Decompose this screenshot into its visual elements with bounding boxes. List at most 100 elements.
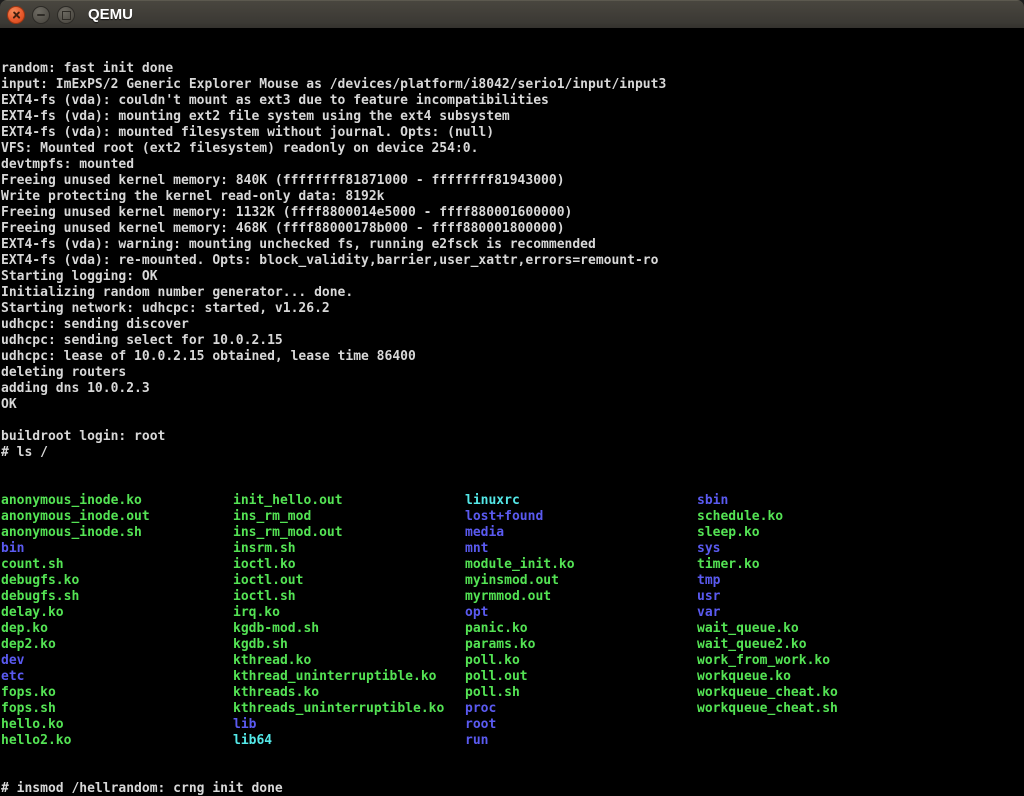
console-line: udhcpc: lease of 10.0.2.15 obtained, lea… (1, 349, 1024, 365)
ls-entry-file: myinsmod.out (465, 573, 697, 589)
ls-entry-file: anonymous_inode.ko (1, 493, 233, 509)
ls-entry-link: lib64 (233, 733, 465, 749)
ls-entry-file: wait_queue2.ko (697, 637, 929, 653)
qemu-window: QEMU random: fast init doneinput: ImExPS… (0, 0, 1024, 796)
ls-entry-file: delay.ko (1, 605, 233, 621)
ls-entry-file: workqueue_cheat.sh (697, 701, 929, 717)
console-line: VFS: Mounted root (ext2 filesystem) read… (1, 141, 1024, 157)
ls-entry-file: timer.ko (697, 557, 929, 573)
ls-row: hello2.kolib64run (1, 733, 1024, 749)
console-line: udhcpc: sending select for 10.0.2.15 (1, 333, 1024, 349)
ls-entry-dir: lib (233, 717, 465, 733)
console-line: EXT4-fs (vda): re-mounted. Opts: block_v… (1, 253, 1024, 269)
console-line: # insmod /hellrandom: crng init done (1, 781, 1024, 796)
ls-row: dep.kokgdb-mod.shpanic.kowait_queue.ko (1, 621, 1024, 637)
console-line: EXT4-fs (vda): couldn't mount as ext3 du… (1, 93, 1024, 109)
ls-entry-file: ins_rm_mod.out (233, 525, 465, 541)
ls-entry-dir: etc (1, 669, 233, 685)
console-line: Freeing unused kernel memory: 840K (ffff… (1, 173, 1024, 189)
ls-entry-file: kthreads.ko (233, 685, 465, 701)
titlebar[interactable]: QEMU (0, 0, 1024, 28)
ls-entry-dir: lost+found (465, 509, 697, 525)
ls-entry-file: fops.sh (1, 701, 233, 717)
ls-entry-file: kgdb.sh (233, 637, 465, 653)
ls-entry-dir: proc (465, 701, 697, 717)
maximize-icon[interactable] (57, 6, 75, 24)
ls-entry-file: anonymous_inode.sh (1, 525, 233, 541)
ls-entry-file: count.sh (1, 557, 233, 573)
ls-row: devkthread.kopoll.kowork_from_work.ko (1, 653, 1024, 669)
ls-row: anonymous_inode.shins_rm_mod.outmediasle… (1, 525, 1024, 541)
ls-entry-file: ioctl.out (233, 573, 465, 589)
ls-entry-dir: sbin (697, 493, 929, 509)
ls-entry-file: kthread_uninterruptible.ko (233, 669, 465, 685)
console-line: Freeing unused kernel memory: 468K (ffff… (1, 221, 1024, 237)
ls-entry-file: poll.ko (465, 653, 697, 669)
ls-entry-dir: tmp (697, 573, 929, 589)
ls-entry-dir: media (465, 525, 697, 541)
ls-row: fops.shkthreads_uninterruptible.koprocwo… (1, 701, 1024, 717)
ls-entry-file: debugfs.sh (1, 589, 233, 605)
ls-row: anonymous_inode.koinit_hello.outlinuxrcs… (1, 493, 1024, 509)
close-icon[interactable] (7, 6, 25, 24)
ls-entry-file: module_init.ko (465, 557, 697, 573)
console-line: OK (1, 397, 1024, 413)
ls-entry-file: schedule.ko (697, 509, 929, 525)
ls-entry-dir: dev (1, 653, 233, 669)
ls-entry-file: workqueue.ko (697, 669, 929, 685)
ls-row: dep2.kokgdb.shparams.kowait_queue2.ko (1, 637, 1024, 653)
console-line: deleting routers (1, 365, 1024, 381)
ls-entry-file: kthreads_uninterruptible.ko (233, 701, 465, 717)
console-line: EXT4-fs (vda): warning: mounting uncheck… (1, 237, 1024, 253)
minimize-icon[interactable] (32, 6, 50, 24)
ls-entry-file: ioctl.ko (233, 557, 465, 573)
ls-entry-file: anonymous_inode.out (1, 509, 233, 525)
ls-entry-file: ins_rm_mod (233, 509, 465, 525)
console-line: EXT4-fs (vda): mounting ext2 file system… (1, 109, 1024, 125)
ls-entry-file: init_hello.out (233, 493, 465, 509)
ls-entry-file: wait_queue.ko (697, 621, 929, 637)
ls-entry-file: params.ko (465, 637, 697, 653)
console-line: Freeing unused kernel memory: 1132K (fff… (1, 205, 1024, 221)
ls-entry-file: dep2.ko (1, 637, 233, 653)
console-line: buildroot login: root (1, 429, 1024, 445)
console-line (1, 413, 1024, 429)
ls-entry-file: myrmmod.out (465, 589, 697, 605)
console-line: random: fast init done (1, 61, 1024, 77)
ls-entry-dir: bin (1, 541, 233, 557)
terminal-screen[interactable]: random: fast init doneinput: ImExPS/2 Ge… (0, 28, 1024, 796)
ls-row: debugfs.koioctl.outmyinsmod.outtmp (1, 573, 1024, 589)
ls-row: hello.kolibroot (1, 717, 1024, 733)
ls-entry-file: poll.out (465, 669, 697, 685)
ls-entry-dir: run (465, 733, 697, 749)
ls-entry-dir: sys (697, 541, 929, 557)
console-line: Starting network: udhcpc: started, v1.26… (1, 301, 1024, 317)
ls-entry-file: insrm.sh (233, 541, 465, 557)
ls-entry-dir: mnt (465, 541, 697, 557)
ls-entry-file: dep.ko (1, 621, 233, 637)
ls-row: count.shioctl.komodule_init.kotimer.ko (1, 557, 1024, 573)
ls-entry-file: fops.ko (1, 685, 233, 701)
ls-entry-dir: opt (465, 605, 697, 621)
ls-entry-file: work_from_work.ko (697, 653, 929, 669)
console-line: # ls / (1, 445, 1024, 461)
console-line: Initializing random number generator... … (1, 285, 1024, 301)
ls-entry-file: poll.sh (465, 685, 697, 701)
ls-row: delay.koirq.kooptvar (1, 605, 1024, 621)
ls-entry-dir: root (465, 717, 697, 733)
ls-entry-dir: var (697, 605, 929, 621)
ls-entry-dir: usr (697, 589, 929, 605)
console-line: udhcpc: sending discover (1, 317, 1024, 333)
console-boot-output: random: fast init doneinput: ImExPS/2 Ge… (1, 61, 1024, 461)
ls-output: anonymous_inode.koinit_hello.outlinuxrcs… (1, 493, 1024, 749)
ls-row: bininsrm.shmntsys (1, 541, 1024, 557)
console-line: devtmpfs: mounted (1, 157, 1024, 173)
window-title: QEMU (88, 6, 133, 23)
ls-row: etckthread_uninterruptible.kopoll.outwor… (1, 669, 1024, 685)
ls-entry-file: sleep.ko (697, 525, 929, 541)
console-line: input: ImExPS/2 Generic Explorer Mouse a… (1, 77, 1024, 93)
ls-entry-file: kthread.ko (233, 653, 465, 669)
ls-entry-file: hello2.ko (1, 733, 233, 749)
console-tail-output: # insmod /hellrandom: crng init done# in… (1, 781, 1024, 796)
ls-entry-file: debugfs.ko (1, 573, 233, 589)
